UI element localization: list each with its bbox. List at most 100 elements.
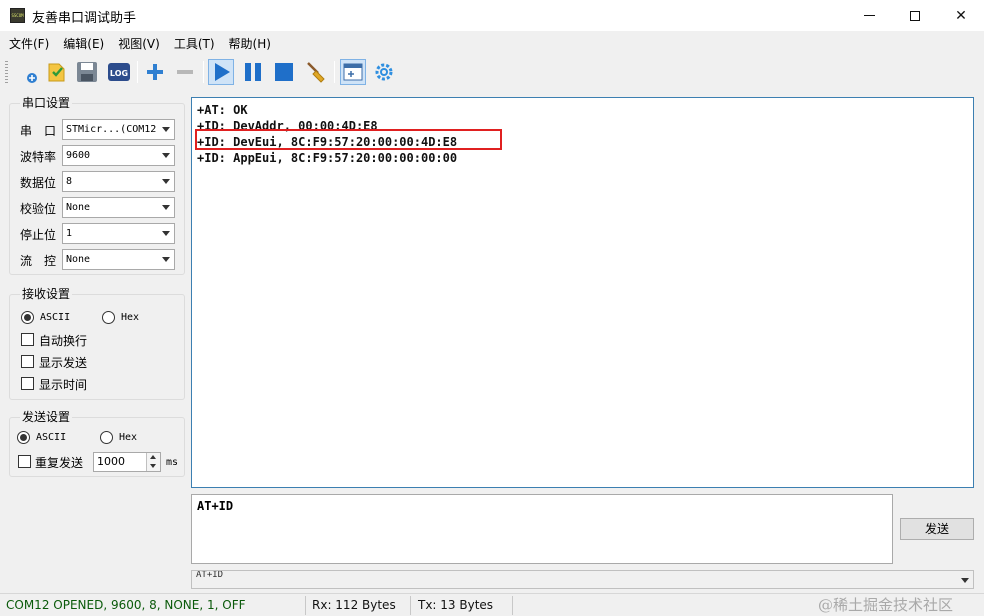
menu-edit[interactable]: 编辑(E): [57, 31, 110, 55]
parity-value: None: [66, 202, 91, 213]
receive-hex-label: Hex: [121, 312, 140, 323]
chevron-down-icon: [162, 153, 170, 158]
show-time-checkbox[interactable]: [21, 377, 34, 390]
auto-wrap-checkbox[interactable]: [21, 333, 34, 346]
receive-hex-radio[interactable]: [102, 311, 115, 324]
minimize-icon: [863, 15, 875, 16]
menu-view[interactable]: 视图(V): [112, 31, 166, 55]
send-hex-label: Hex: [119, 432, 138, 443]
minimize-button[interactable]: [846, 0, 892, 31]
repeat-send-label: 重复发送: [35, 456, 84, 470]
stopbits-row: 停止位: [20, 223, 64, 245]
receive-ascii-radio[interactable]: [21, 311, 34, 324]
chevron-down-icon: [162, 257, 170, 262]
menu-help[interactable]: 帮助(H): [223, 31, 277, 55]
toolbar-grip[interactable]: [5, 61, 8, 83]
maximize-button[interactable]: [892, 0, 938, 31]
port-select[interactable]: STMicr...(COM12: [62, 119, 175, 140]
repeat-interval-value: 1000: [97, 455, 125, 468]
tx-count: Tx: 13 Bytes: [418, 598, 494, 612]
send-ascii-label: ASCII: [36, 432, 67, 443]
baud-label: 波特率: [20, 149, 57, 164]
baud-value: 9600: [66, 150, 91, 161]
menu-tools[interactable]: 工具(T): [168, 31, 221, 55]
close-button[interactable]: ✕: [938, 0, 984, 31]
stopbits-select[interactable]: 1: [62, 223, 175, 244]
show-time-label: 显示时间: [39, 378, 88, 392]
chevron-down-icon[interactable]: [961, 578, 969, 583]
rx-count: Rx: 112 Bytes: [312, 598, 396, 612]
chevron-down-icon: [162, 179, 170, 184]
toolbar-separator: [137, 61, 138, 83]
app-icon: SSCOM: [10, 8, 25, 23]
parity-label: 校验位: [20, 201, 57, 216]
pause-icon[interactable]: [240, 59, 266, 85]
save-icon[interactable]: [74, 59, 100, 85]
toolbar-separator: [203, 61, 204, 83]
watermark: @稀土掘金技术社区: [818, 596, 954, 614]
parity-select[interactable]: None: [62, 197, 175, 218]
send-settings-title: 发送设置: [20, 408, 73, 425]
receive-line: +ID: AppEui, 8C:F9:57:20:00:00:00:00: [197, 151, 458, 165]
baud-select[interactable]: 9600: [62, 145, 175, 166]
menu-file[interactable]: 文件(F): [3, 31, 55, 55]
open-icon[interactable]: [44, 59, 70, 85]
flowcontrol-label: 流 控: [20, 253, 57, 268]
highlight-box: [195, 129, 502, 150]
show-send-label: 显示发送: [39, 356, 88, 370]
status-bar: COM12 OPENED, 9600, 8, NONE, 1, OFF Rx: …: [0, 593, 984, 616]
window-title: 友善串口调试助手: [32, 11, 137, 26]
status-separator: [512, 596, 513, 615]
menu-bar: 文件(F) 编辑(E) 视图(V) 工具(T) 帮助(H): [0, 31, 984, 55]
stopbits-label: 停止位: [20, 227, 57, 242]
send-text: AT+ID: [197, 499, 234, 513]
serial-settings-title: 串口设置: [20, 94, 73, 111]
send-ascii-radio[interactable]: [17, 431, 30, 444]
receive-settings-title: 接收设置: [20, 285, 73, 302]
send-history-value: AT+ID: [196, 570, 224, 580]
send-history-combo[interactable]: AT+ID: [191, 570, 974, 589]
repeat-interval-input[interactable]: 1000: [93, 452, 161, 472]
send-textarea[interactable]: AT+ID: [191, 494, 893, 564]
settings-gear-icon[interactable]: [371, 59, 397, 85]
play-icon[interactable]: [208, 59, 234, 85]
interval-unit: ms: [166, 457, 179, 468]
window-icon[interactable]: [340, 59, 366, 85]
log-icon-label: LOG: [110, 69, 128, 78]
send-settings-group: 发送设置 ASCII Hex 重复发送 1000 ms: [9, 408, 185, 477]
port-row: 串 口: [20, 119, 64, 141]
stopbits-value: 1: [66, 228, 73, 239]
receive-textarea[interactable]: +AT: OK +ID: DevAddr, 00:00:4D:E8 +ID: D…: [191, 97, 974, 488]
add-icon[interactable]: [142, 59, 168, 85]
toolbar: LOG: [0, 55, 984, 88]
port-status: COM12 OPENED, 9600, 8, NONE, 1, OFF: [6, 598, 246, 612]
databits-label: 数据位: [20, 175, 57, 190]
show-send-checkbox[interactable]: [21, 355, 34, 368]
parity-row: 校验位: [20, 197, 64, 219]
toolbar-separator: [334, 61, 335, 83]
chevron-down-icon: [162, 205, 170, 210]
spin-up-icon[interactable]: [150, 455, 156, 459]
flowcontrol-row: 流 控: [20, 249, 64, 271]
auto-wrap-label: 自动换行: [39, 334, 88, 348]
title-bar: SSCOM 友善串口调试助手 ✕: [0, 0, 984, 31]
stop-icon[interactable]: [271, 59, 297, 85]
new-icon[interactable]: [16, 59, 42, 85]
interval-spinner[interactable]: [146, 453, 160, 471]
flowcontrol-value: None: [66, 254, 91, 265]
receive-settings-group: 接收设置 ASCII Hex 自动换行 显示发送 显示时间: [9, 285, 185, 400]
send-button[interactable]: 发送: [900, 518, 974, 540]
status-separator: [305, 596, 306, 615]
spin-down-icon[interactable]: [150, 464, 156, 468]
send-hex-radio[interactable]: [100, 431, 113, 444]
flowcontrol-select[interactable]: None: [62, 249, 175, 270]
log-icon[interactable]: LOG: [106, 59, 132, 85]
close-icon: ✕: [955, 7, 967, 24]
repeat-send-checkbox[interactable]: [18, 455, 31, 468]
receive-ascii-label: ASCII: [40, 312, 71, 323]
remove-icon[interactable]: [172, 59, 198, 85]
receive-line: +AT: OK: [197, 103, 248, 117]
databits-select[interactable]: 8: [62, 171, 175, 192]
clear-broom-icon[interactable]: [303, 59, 329, 85]
databits-value: 8: [66, 176, 73, 187]
